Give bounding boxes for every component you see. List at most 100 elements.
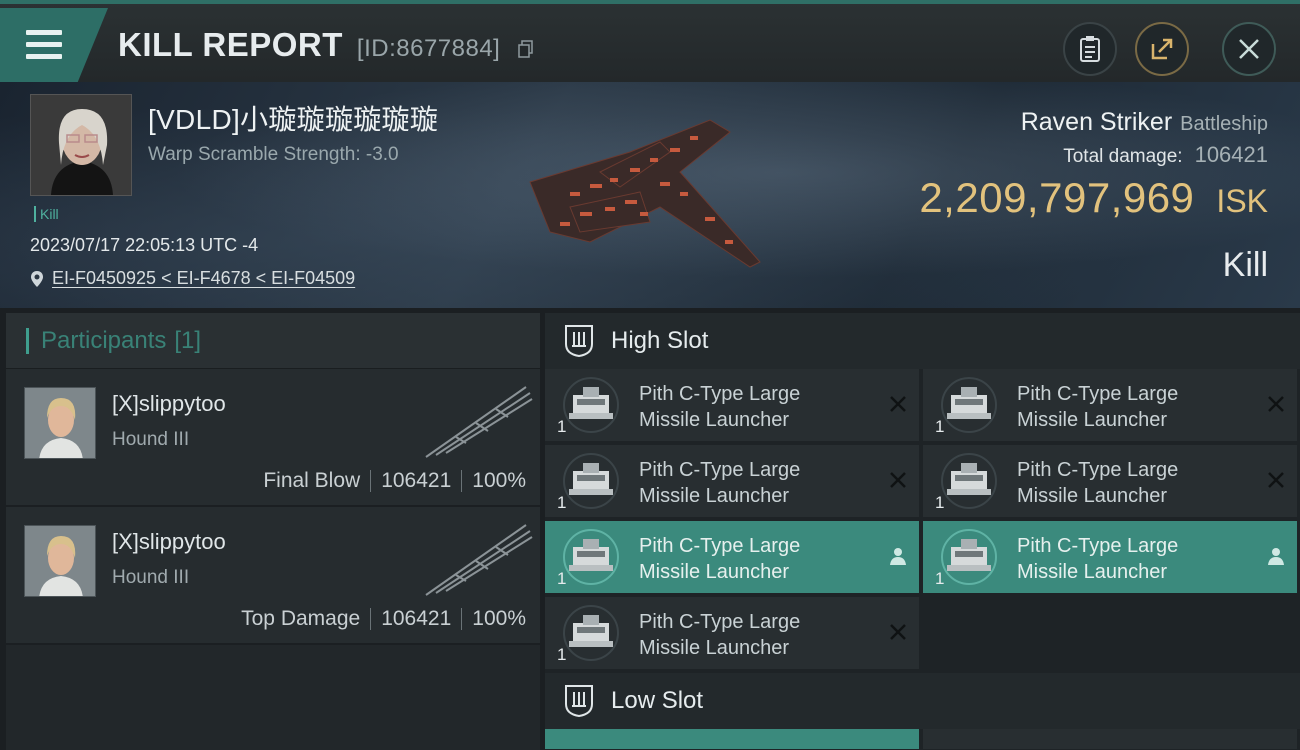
kill-tag: Kill — [34, 206, 59, 222]
victim-banner: [VDLD]小璇璇璇璇璇璇 Warp Scramble Strength: -3… — [0, 82, 1300, 308]
participant-name[interactable]: [X]slippytoo — [112, 391, 226, 417]
low-slot-title: Low Slot — [611, 687, 704, 714]
module-slot[interactable]: 1 Pith C-Type Large Missile Launcher — [545, 369, 919, 441]
victim-name[interactable]: [VDLD]小璇璇璇璇璇璇 — [148, 98, 438, 138]
low-slot-header: Low Slot — [545, 673, 1300, 729]
module-slot[interactable] — [545, 729, 919, 749]
module-name: Pith C-Type Large Missile Launcher — [639, 381, 879, 433]
isk-value: 2,209,797,969 — [919, 174, 1195, 221]
total-damage-value: 106421 — [1194, 142, 1268, 167]
module-quantity: 1 — [557, 645, 567, 664]
share-button[interactable] — [1135, 22, 1189, 76]
module-quantity: 1 — [557, 417, 567, 436]
participant-damage: 106421 — [381, 469, 452, 492]
module-slot[interactable]: 1 Pith C-Type Large Missile Launcher — [545, 445, 919, 517]
module-slot[interactable] — [923, 729, 1297, 749]
avatar-image — [25, 388, 95, 458]
close-icon — [1239, 39, 1259, 59]
module-quantity: 1 — [557, 569, 567, 588]
low-slot-grid — [545, 729, 1300, 749]
participant-percent: 100% — [472, 469, 526, 492]
location-link[interactable]: EI-F0450925 < EI-F4678 < EI-F04509 — [52, 268, 355, 289]
missile-launcher-icon — [563, 605, 619, 661]
module-name-line2: Missile Launcher — [639, 485, 790, 507]
isk-unit: ISK — [1216, 183, 1268, 219]
module-quantity: 1 — [935, 569, 945, 588]
module-name-line2: Missile Launcher — [1017, 485, 1168, 507]
module-name-line1: Pith C-Type Large — [1017, 535, 1179, 557]
share-icon — [1151, 38, 1173, 60]
participant-avatar[interactable] — [24, 525, 96, 597]
module-name-line1: Pith C-Type Large — [639, 383, 801, 405]
clipboard-button[interactable] — [1063, 22, 1117, 76]
ship-render — [529, 119, 761, 268]
module-name: Pith C-Type Large Missile Launcher — [639, 609, 879, 661]
participant-ship: Hound III — [112, 429, 190, 450]
isk-value-line: 2,209,797,969 ISK — [919, 174, 1268, 222]
divider — [461, 608, 463, 630]
participant-name[interactable]: [X]slippytoo — [112, 529, 226, 555]
divider — [370, 608, 372, 630]
participants-panel: Participants [1] [X]slippytoo Hound III … — [6, 313, 540, 750]
location-pin-icon — [31, 270, 43, 287]
destroyed-icon — [1268, 472, 1284, 488]
module-name-line1: Pith C-Type Large — [639, 459, 801, 481]
module-slot[interactable]: 1 Pith C-Type Large Missile Launcher — [545, 521, 919, 593]
kill-datetime: 2023/07/17 22:05:13 UTC -4 — [30, 235, 259, 255]
participant-ship: Hound III — [112, 567, 190, 588]
module-name-line1: Pith C-Type Large — [1017, 383, 1179, 405]
module-name-line2: Missile Launcher — [639, 409, 790, 431]
divider — [461, 470, 463, 492]
copy-icon[interactable] — [518, 40, 534, 58]
participant-row[interactable]: [X]slippytoo Hound III Top Damage 106421… — [6, 507, 540, 645]
module-quantity: 1 — [557, 493, 567, 512]
missile-launcher-icon — [563, 529, 619, 585]
high-slot-header: High Slot — [545, 313, 1300, 369]
destroyed-icon — [890, 472, 906, 488]
high-slot-title: High Slot — [611, 327, 709, 354]
module-name: Pith C-Type Large Missile Launcher — [1017, 381, 1257, 433]
module-name: Pith C-Type Large Missile Launcher — [639, 533, 879, 585]
kill-result: Kill — [1222, 246, 1268, 284]
avatar-image — [25, 526, 95, 596]
module-name-line1: Pith C-Type Large — [639, 611, 801, 633]
module-name: Pith C-Type Large Missile Launcher — [1017, 533, 1257, 585]
module-slot[interactable]: 1 Pith C-Type Large Missile Launcher — [545, 597, 919, 669]
menu-button[interactable] — [0, 8, 108, 82]
kill-location[interactable]: EI-F0450925 < EI-F4678 < EI-F04509 — [30, 268, 355, 289]
report-id: [ID:8677884] — [356, 35, 501, 62]
person-icon — [1268, 548, 1284, 565]
page-title: KILL REPORT — [118, 26, 343, 63]
ship-name[interactable]: Raven Striker — [1021, 108, 1172, 137]
high-slot-icon — [565, 325, 593, 358]
missile-launcher-icon — [563, 377, 619, 433]
module-name-line1: Pith C-Type Large — [639, 535, 801, 557]
module-slot[interactable]: 1 Pith C-Type Large Missile Launcher — [923, 445, 1297, 517]
participant-stats: Final Blow 106421 100% — [263, 469, 526, 493]
participant-row[interactable]: [X]slippytoo Hound III Final Blow 106421… — [6, 369, 540, 507]
participant-role: Top Damage — [241, 607, 361, 630]
missile-launcher-icon — [941, 529, 997, 585]
destroyed-icon — [1268, 396, 1284, 412]
weapon-icon — [425, 386, 533, 458]
module-name-line2: Missile Launcher — [639, 637, 790, 659]
portrait-image — [31, 95, 131, 195]
divider — [370, 470, 372, 492]
module-slot[interactable]: 1 Pith C-Type Large Missile Launcher — [923, 369, 1297, 441]
missile-launcher-icon — [563, 453, 619, 509]
module-name-line1: Pith C-Type Large — [1017, 459, 1179, 481]
close-button[interactable] — [1222, 22, 1276, 76]
hamburger-icon — [26, 30, 62, 60]
participant-percent: 100% — [472, 607, 526, 630]
module-name-line2: Missile Launcher — [1017, 409, 1168, 431]
participants-header: Participants [1] — [6, 313, 540, 369]
title-wrap: KILL REPORT [ID:8677884] — [118, 26, 534, 64]
warp-scramble-strength: Warp Scramble Strength: -3.0 — [148, 144, 399, 165]
destroyed-icon — [890, 396, 906, 412]
destroyed-icon — [890, 624, 906, 640]
module-slot[interactable]: 1 Pith C-Type Large Missile Launcher — [923, 521, 1297, 593]
victim-portrait[interactable] — [30, 94, 132, 196]
participants-count: [1] — [174, 326, 202, 354]
module-name-line2: Missile Launcher — [1017, 561, 1168, 583]
participant-avatar[interactable] — [24, 387, 96, 459]
